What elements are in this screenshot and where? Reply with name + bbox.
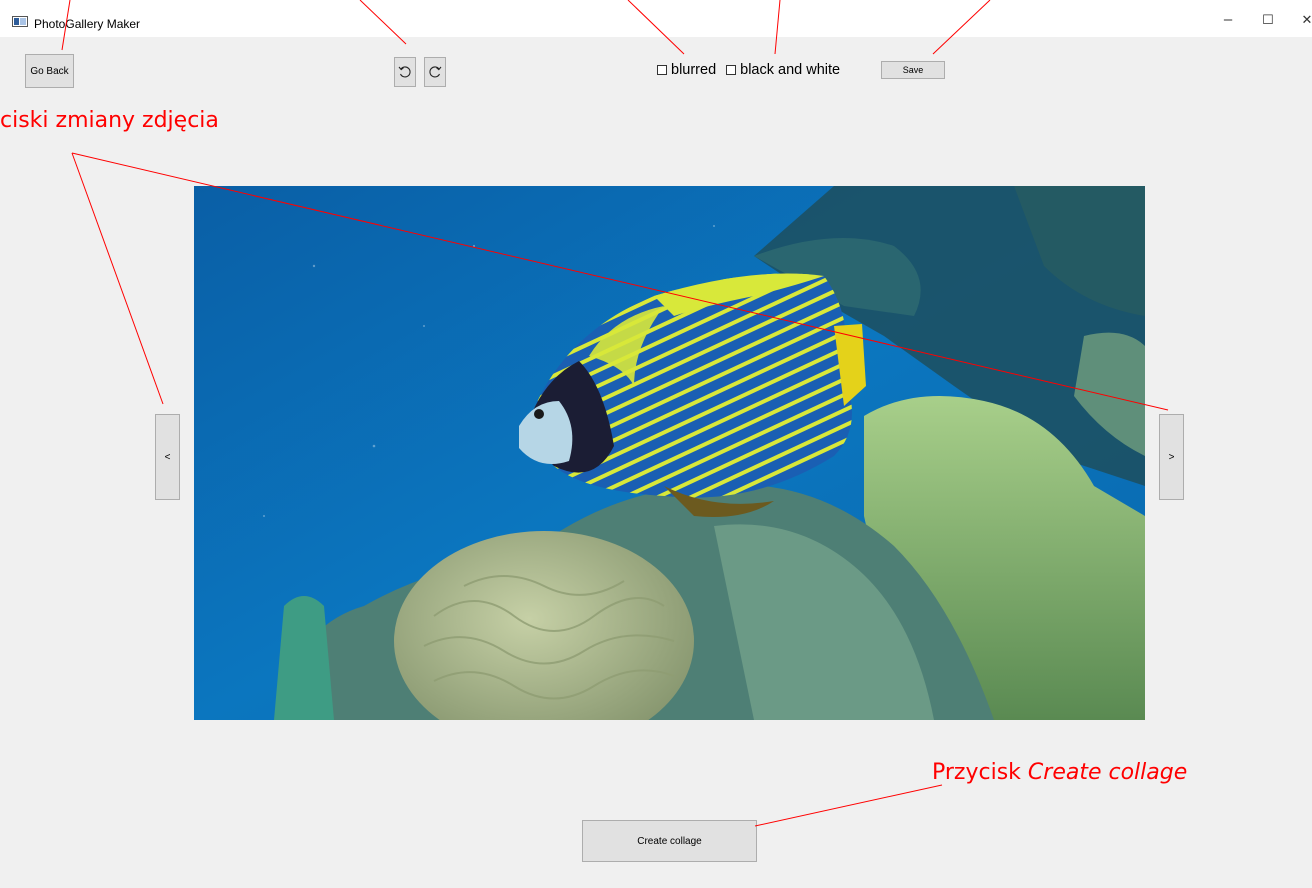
- rotate-left-icon: [398, 66, 411, 78]
- app-icon: [12, 16, 28, 27]
- close-button[interactable]: ✕: [1297, 8, 1312, 32]
- next-photo-button[interactable]: >: [1159, 414, 1184, 500]
- annotation-line-prev: [71, 152, 164, 405]
- go-back-button[interactable]: Go Back: [25, 54, 74, 88]
- rotate-right-icon: [429, 66, 442, 78]
- underwater-fish-photo: [194, 186, 1145, 720]
- next-label: >: [1168, 451, 1175, 463]
- annotation-create-collage: Przycisk Create collage: [932, 760, 1188, 785]
- black-and-white-checkbox[interactable]: [726, 65, 737, 75]
- annotation-nav-buttons: ciski zmiany zdjęcia: [0, 108, 219, 133]
- annotation-line-collage: [754, 784, 943, 827]
- previous-label: <: [164, 451, 171, 463]
- save-label: Save: [902, 65, 924, 75]
- go-back-label: Go Back: [30, 65, 69, 77]
- save-button[interactable]: Save: [881, 61, 945, 79]
- minimize-button[interactable]: –: [1218, 8, 1238, 32]
- create-collage-button[interactable]: Create collage: [582, 820, 757, 862]
- rotate-left-button[interactable]: [394, 57, 416, 87]
- window-title: PhotoGallery Maker: [34, 17, 141, 31]
- black-and-white-label: black and white: [740, 62, 841, 78]
- previous-photo-button[interactable]: <: [155, 414, 180, 500]
- create-collage-label: Create collage: [637, 835, 702, 847]
- title-bar: PhotoGallery Maker – ☐ ✕: [0, 0, 1312, 37]
- photo-display: [194, 186, 1145, 720]
- filter-options: blurred black and white: [657, 62, 840, 78]
- blurred-checkbox[interactable]: [657, 65, 667, 75]
- maximize-button[interactable]: ☐: [1258, 8, 1278, 32]
- rotate-right-button[interactable]: [424, 57, 446, 87]
- blurred-label: blurred: [671, 62, 717, 78]
